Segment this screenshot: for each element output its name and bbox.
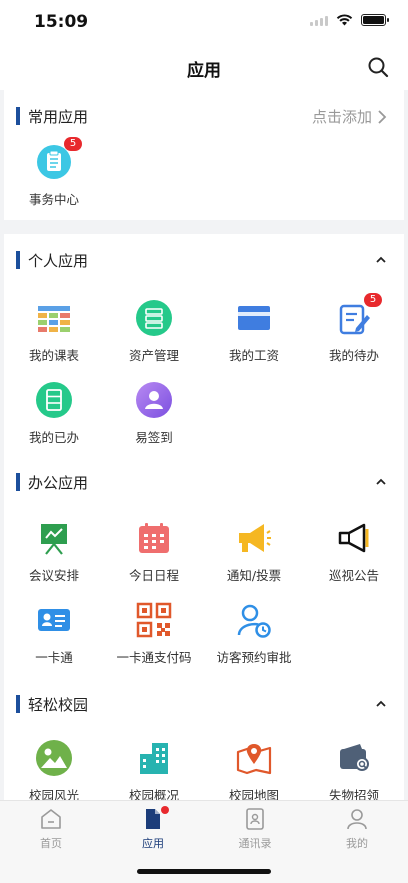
signin-user-icon: [136, 382, 172, 418]
wifi-icon: [336, 14, 353, 26]
office-section: 办公应用 会议安排 今日日程 通知/投票 巡视公告 一卡通 一卡通支付码 访客预…: [4, 456, 404, 678]
tab-contacts[interactable]: 通讯录: [204, 807, 306, 851]
section-marker: [16, 107, 20, 125]
contacts-icon: [246, 808, 264, 830]
tab-notification-dot: [161, 806, 169, 814]
visitor-clock-icon: [237, 604, 271, 638]
home-icon: [41, 809, 61, 829]
collapse-caret-icon[interactable]: [374, 697, 388, 711]
personal-section: 个人应用 我的课表 资产管理 我的工资 5 我的待办 我的已办 易签到: [4, 234, 404, 456]
section-title: 轻松校园: [28, 696, 89, 714]
app-label: 一卡通支付码: [116, 650, 192, 665]
add-favorite-label: 点击添加: [311, 108, 372, 126]
status-icons: [310, 14, 389, 26]
qr-code-icon: [136, 602, 172, 638]
status-time: 15:09: [34, 12, 89, 32]
app-asset-management[interactable]: 资产管理: [104, 298, 204, 380]
section-marker: [16, 473, 20, 491]
app-label: 会议安排: [28, 568, 79, 583]
profile-icon: [347, 809, 367, 830]
tab-label: 首页: [40, 837, 62, 850]
app-my-todo[interactable]: 5 我的待办: [304, 293, 404, 380]
page-title: 应用: [187, 61, 221, 81]
app-my-salary[interactable]: 我的工资: [204, 298, 304, 380]
schedule-table-icon: [38, 306, 70, 332]
signal-icon: [310, 15, 328, 26]
app-campus-card[interactable]: 一卡通: [4, 600, 104, 682]
nav-bar: 应用: [0, 44, 408, 90]
app-my-done[interactable]: 我的已办: [4, 380, 104, 462]
app-notice-vote[interactable]: 通知/投票: [204, 518, 304, 600]
badge-count: 5: [364, 293, 382, 307]
app-visitor-approval[interactable]: 访客预约审批: [204, 600, 304, 682]
done-list-icon: [36, 382, 72, 418]
collapse-caret-icon[interactable]: [374, 475, 388, 489]
app-label: 我的课表: [28, 348, 79, 363]
app-label: 今日日程: [128, 568, 179, 583]
app-today-schedule[interactable]: 今日日程: [104, 518, 204, 600]
app-label: 一卡通: [35, 650, 73, 665]
wallet-search-icon: [340, 744, 369, 771]
campus-section: 轻松校园 校园风光 校园概况 校园地图 失物招领: [4, 678, 404, 803]
home-indicator: [137, 869, 271, 874]
tab-label: 我的: [346, 837, 368, 850]
meeting-board-icon: [41, 524, 67, 555]
tab-label: 通讯录: [238, 837, 272, 850]
battery-icon: [361, 14, 389, 26]
app-label: 巡视公告: [328, 568, 379, 583]
id-card-icon: [38, 609, 70, 631]
section-title: 办公应用: [28, 474, 89, 492]
app-label: 易签到: [135, 430, 173, 445]
favorites-section: 常用应用 点击添加 5 事务中心: [4, 90, 404, 220]
app-label: 访客预约审批: [216, 650, 292, 665]
section-title: 个人应用: [28, 252, 89, 270]
add-favorite-button[interactable]: 点击添加: [312, 106, 388, 127]
app-label: 我的待办: [328, 348, 379, 363]
app-label: 我的工资: [228, 348, 279, 363]
tab-home[interactable]: 首页: [0, 807, 102, 851]
announce-icon: [338, 523, 369, 553]
tab-label: 应用: [142, 837, 164, 850]
search-icon[interactable]: [366, 55, 390, 79]
app-easy-signin[interactable]: 易签到: [104, 380, 204, 462]
app-my-timetable[interactable]: 我的课表: [4, 298, 104, 380]
app-card-payment-code[interactable]: 一卡通支付码: [104, 600, 204, 682]
app-transaction-center[interactable]: 5 事务中心: [4, 137, 104, 224]
section-marker: [16, 695, 20, 713]
server-icon: [136, 300, 172, 336]
app-label: 事务中心: [28, 192, 79, 207]
badge-count: 5: [64, 137, 82, 151]
buildings-icon: [140, 743, 168, 774]
app-meeting-arrangement[interactable]: 会议安排: [4, 518, 104, 600]
section-marker: [16, 251, 20, 269]
tab-apps[interactable]: 应用: [102, 806, 204, 851]
card-icon: [238, 306, 270, 330]
status-bar: 15:09: [0, 0, 408, 44]
app-label: 通知/投票: [226, 568, 282, 583]
app-patrol-announcement[interactable]: 巡视公告: [304, 518, 404, 600]
megaphone-icon: [239, 524, 271, 552]
landscape-icon: [36, 740, 72, 776]
map-pin-icon: [236, 744, 272, 775]
calendar-icon: [139, 523, 169, 553]
tab-profile[interactable]: 我的: [306, 807, 408, 851]
app-label: 我的已办: [28, 430, 79, 445]
collapse-caret-icon[interactable]: [374, 253, 388, 267]
app-label: 资产管理: [128, 348, 179, 363]
chevron-right-icon: [378, 109, 387, 124]
section-title: 常用应用: [28, 108, 89, 126]
